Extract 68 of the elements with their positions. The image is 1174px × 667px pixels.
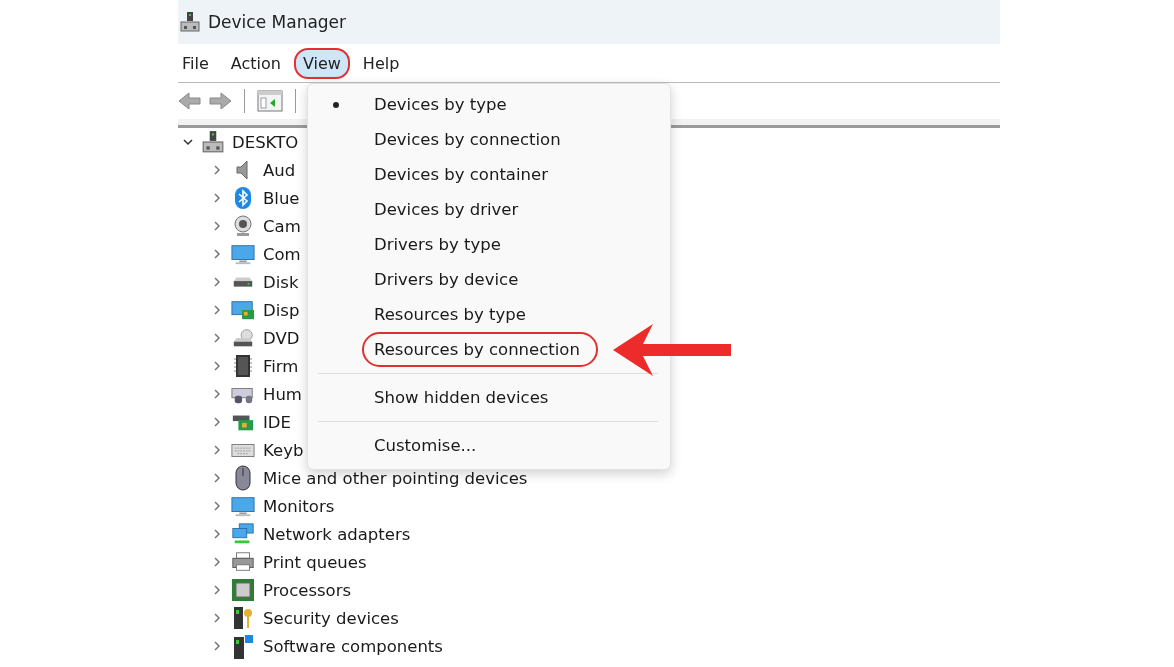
tree-item[interactable]: DVD bbox=[263, 328, 300, 348]
tree-item[interactable]: Processors bbox=[263, 580, 352, 600]
tree-item[interactable]: Blue bbox=[263, 188, 300, 208]
tree-item[interactable]: Keyb bbox=[263, 440, 304, 460]
monitor-icon bbox=[231, 494, 255, 518]
display-adapter-icon bbox=[231, 298, 255, 322]
expand-icon[interactable] bbox=[211, 500, 223, 512]
menu-item[interactable]: Help bbox=[353, 47, 409, 79]
tree-item[interactable]: DESKTO bbox=[232, 132, 299, 152]
tree-item[interactable]: Mice and other pointing devices bbox=[263, 468, 528, 488]
expand-icon[interactable] bbox=[211, 612, 223, 624]
expand-icon[interactable] bbox=[211, 444, 223, 456]
menu-item[interactable]: Customise... bbox=[362, 428, 495, 463]
menu-item[interactable]: Show hidden devices bbox=[362, 380, 567, 415]
expand-icon[interactable] bbox=[211, 332, 223, 344]
drive-icon bbox=[231, 276, 255, 288]
tree-item[interactable]: Print queues bbox=[263, 552, 367, 572]
collapse-icon[interactable] bbox=[182, 136, 194, 148]
tree-item[interactable]: Com bbox=[263, 244, 301, 264]
expand-icon[interactable] bbox=[211, 416, 223, 428]
processor-icon bbox=[231, 578, 255, 602]
tree-item[interactable]: Aud bbox=[263, 160, 296, 180]
menu-item[interactable]: Devices by driver bbox=[362, 192, 537, 227]
expand-icon[interactable] bbox=[211, 640, 223, 652]
menu-item[interactable]: Resources by connection bbox=[362, 332, 598, 367]
expand-icon[interactable] bbox=[211, 164, 223, 176]
menu-item[interactable]: Drivers by type bbox=[362, 227, 519, 262]
expand-icon[interactable] bbox=[211, 276, 223, 288]
tree-item[interactable]: Software components bbox=[263, 636, 443, 656]
expand-icon[interactable] bbox=[211, 528, 223, 540]
menu-item[interactable]: Devices by type bbox=[362, 87, 525, 122]
expand-icon[interactable] bbox=[211, 220, 223, 232]
monitor-icon bbox=[231, 242, 255, 266]
menu-item[interactable]: Resources by type bbox=[362, 297, 544, 332]
tree-item[interactable]: Firm bbox=[263, 356, 299, 376]
tree-item[interactable]: Network adapters bbox=[263, 524, 411, 544]
expand-icon[interactable] bbox=[211, 248, 223, 260]
tree-item[interactable]: Security devices bbox=[263, 608, 399, 628]
menu-item[interactable]: Devices by connection bbox=[362, 122, 579, 157]
tree-item[interactable]: IDE bbox=[263, 412, 291, 432]
expand-icon[interactable] bbox=[211, 304, 223, 316]
forward-icon[interactable] bbox=[208, 91, 232, 111]
key-icon bbox=[231, 605, 255, 631]
properties-icon[interactable] bbox=[257, 90, 283, 112]
back-icon[interactable] bbox=[178, 91, 202, 111]
tree-item[interactable]: Cam bbox=[263, 216, 301, 236]
expand-icon[interactable] bbox=[211, 584, 223, 596]
webcam-icon bbox=[231, 214, 255, 238]
expand-icon[interactable] bbox=[211, 388, 223, 400]
network-icon bbox=[231, 522, 255, 546]
menu-item[interactable]: File bbox=[178, 47, 218, 79]
menu-item[interactable]: Drivers by device bbox=[362, 262, 537, 297]
expand-icon[interactable] bbox=[211, 360, 223, 372]
tree-item[interactable]: Disp bbox=[263, 300, 300, 320]
printer-icon bbox=[231, 550, 255, 574]
expand-icon[interactable] bbox=[211, 192, 223, 204]
computer-icon bbox=[202, 130, 224, 154]
tree-item[interactable]: Monitors bbox=[263, 496, 335, 516]
menu-item[interactable]: View bbox=[293, 47, 350, 79]
tree-item[interactable]: Hum bbox=[263, 384, 302, 404]
computer-icon bbox=[180, 11, 200, 33]
expand-icon[interactable] bbox=[211, 556, 223, 568]
tree-item[interactable]: Disk bbox=[263, 272, 299, 292]
expand-icon[interactable] bbox=[211, 472, 223, 484]
chip-icon bbox=[231, 354, 255, 378]
menu-item[interactable]: Action bbox=[221, 47, 290, 79]
menu-item[interactable]: Devices by container bbox=[362, 157, 566, 192]
window-title: Device Manager bbox=[208, 12, 347, 32]
